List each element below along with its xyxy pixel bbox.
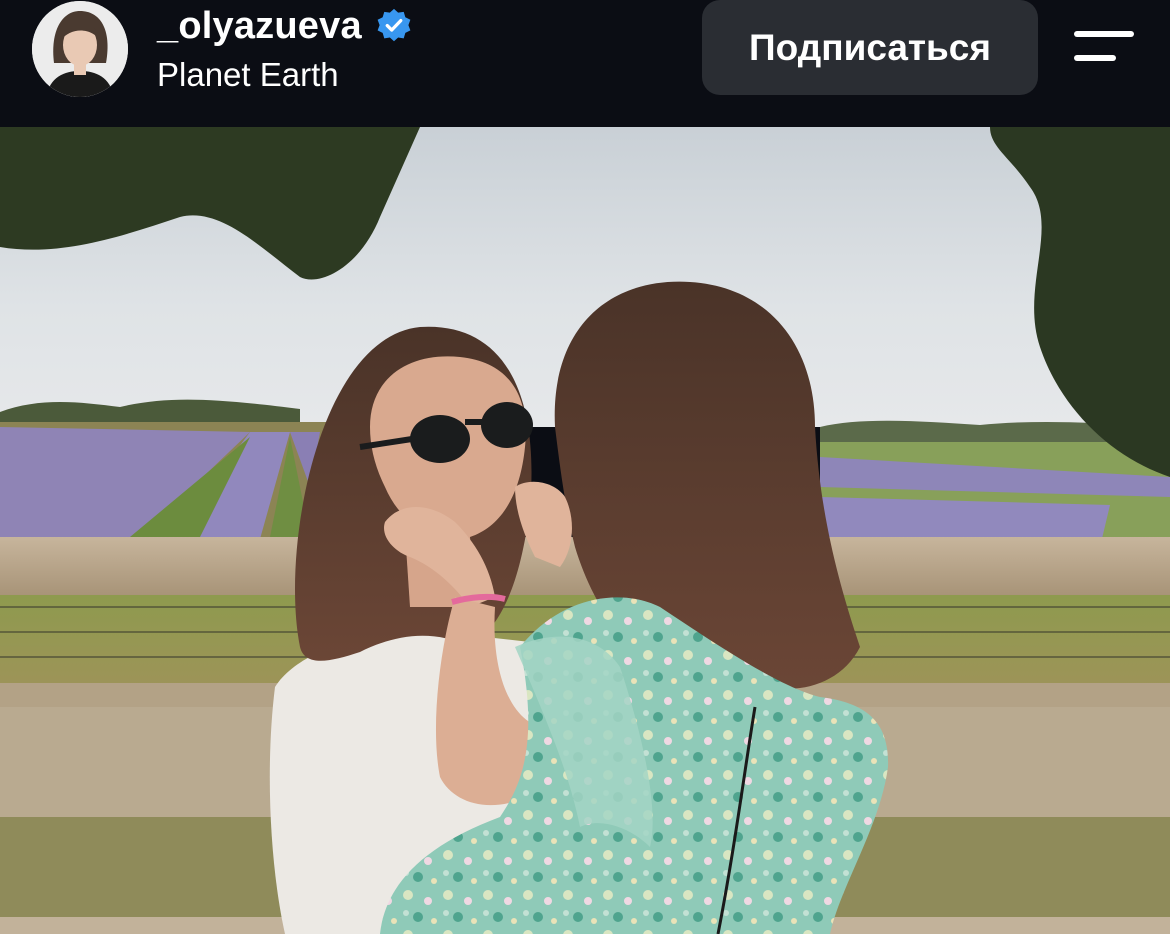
post-location[interactable]: Planet Earth (157, 56, 339, 94)
post-header: _olyazueva Planet Earth Подписаться (0, 0, 1170, 127)
post-photo[interactable] (0, 127, 1170, 934)
username[interactable]: _olyazueva (157, 5, 362, 48)
profile-avatar[interactable] (32, 1, 128, 97)
username-row: _olyazueva (157, 4, 412, 48)
follow-button[interactable]: Подписаться (702, 0, 1038, 95)
verified-badge-icon (377, 8, 411, 42)
hamburger-menu-icon[interactable] (1072, 28, 1136, 68)
